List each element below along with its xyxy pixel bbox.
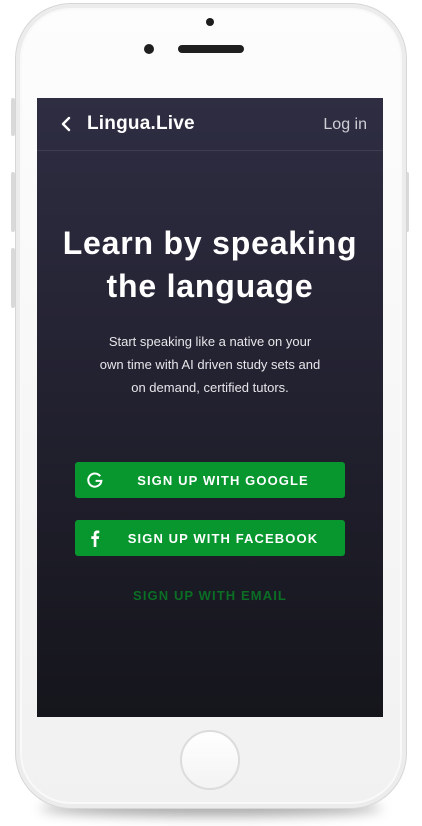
sign-up-facebook-label: SIGN UP WITH FACEBOOK bbox=[127, 530, 319, 546]
facebook-f-icon bbox=[91, 530, 100, 547]
hero-title: Learn by speaking the language bbox=[37, 222, 383, 308]
chevron-left-icon[interactable] bbox=[59, 113, 73, 135]
login-link[interactable]: Log in bbox=[323, 116, 367, 134]
hero-title-line: Learn by speaking bbox=[62, 225, 358, 261]
sign-up-google-button[interactable]: SIGN UP WITH GOOGLE bbox=[75, 462, 345, 498]
front-camera bbox=[206, 18, 214, 26]
home-button[interactable] bbox=[180, 730, 240, 790]
sign-up-google-label: SIGN UP WITH GOOGLE bbox=[137, 472, 309, 488]
proximity-sensor bbox=[144, 44, 154, 54]
hero-description-line: on demand, certified tutors. bbox=[131, 380, 289, 395]
sign-up-facebook-button[interactable]: SIGN UP WITH FACEBOOK bbox=[75, 520, 345, 556]
earpiece-speaker bbox=[178, 45, 244, 53]
hero-description: Start speaking like a native on your own… bbox=[75, 330, 345, 399]
top-nav-bar: Lingua.Live Log in bbox=[37, 98, 383, 151]
google-g-icon bbox=[87, 472, 103, 488]
app-screen: Lingua.Live Log in Learn by speaking the… bbox=[37, 98, 383, 717]
sign-up-email-link[interactable]: SIGN UP WITH EMAIL bbox=[37, 588, 383, 603]
hero-title-line: the language bbox=[106, 268, 314, 304]
hero-description-line: Start speaking like a native on your bbox=[108, 334, 312, 349]
app-brand-title: Lingua.Live bbox=[87, 113, 195, 134]
hero-description-line: own time with AI driven study sets and bbox=[99, 357, 321, 372]
